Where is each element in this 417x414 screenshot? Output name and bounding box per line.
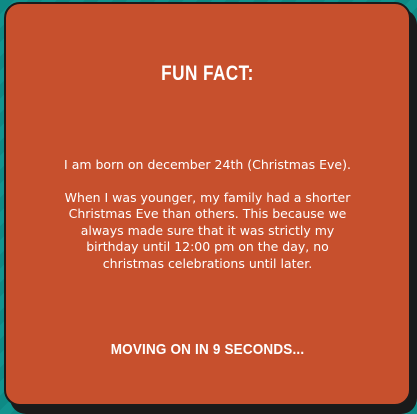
fun-fact-paragraph: I am born on december 24th (Christmas Ev… [64, 157, 351, 172]
fun-fact-body: I am born on december 24th (Christmas Ev… [58, 157, 357, 272]
card-title: FUN FACT: [161, 62, 254, 85]
fun-fact-card: FUN FACT: I am born on december 24th (Ch… [4, 2, 411, 406]
fun-fact-paragraph: When I was younger, my family had a shor… [64, 189, 351, 271]
countdown-text: MOVING ON IN 9 SECONDS... [110, 341, 305, 358]
